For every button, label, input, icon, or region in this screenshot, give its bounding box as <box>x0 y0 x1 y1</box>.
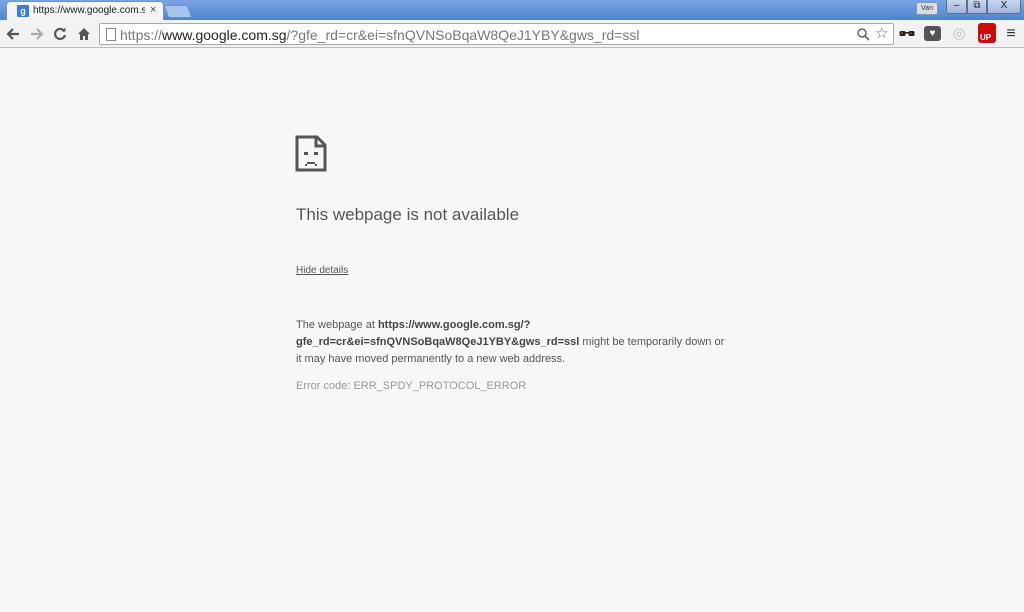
star-icon[interactable]: ☆ <box>875 26 888 42</box>
tab-title: https://www.google.com.sg/ <box>33 5 145 16</box>
close-window-button[interactable]: X <box>987 0 1021 14</box>
google-favicon-icon: g <box>17 5 29 17</box>
page-icon <box>106 28 116 41</box>
profile-badge[interactable]: Van <box>916 2 938 15</box>
error-headline: This webpage is not available <box>296 205 520 224</box>
address-bar[interactable]: https://www.google.com.sg/?gfe_rd=cr&ei=… <box>99 23 894 45</box>
up-icon[interactable]: UP <box>976 23 998 45</box>
minimize-button[interactable]: – <box>946 0 967 14</box>
circle-icon[interactable]: ◎ <box>950 25 968 43</box>
browser-toolbar: https://www.google.com.sg/?gfe_rd=cr&ei=… <box>0 20 1024 48</box>
error-description: The webpage at https://www.google.com.sg… <box>296 319 725 365</box>
address-url[interactable]: https://www.google.com.sg/?gfe_rd=cr&ei=… <box>120 27 639 43</box>
new-tab-button[interactable] <box>163 5 193 18</box>
reload-icon[interactable] <box>50 24 70 44</box>
glasses-icon[interactable] <box>898 25 916 43</box>
sad-page-icon <box>295 135 327 172</box>
maximize-button[interactable]: ⧉ <box>967 0 987 14</box>
title-bar: g https://www.google.com.sg/ × Van – ⧉ X <box>0 0 1024 20</box>
menu-icon[interactable]: ≡ <box>1003 24 1019 44</box>
home-icon[interactable] <box>74 24 94 44</box>
hide-details-link[interactable]: Hide details <box>296 265 348 276</box>
tab[interactable]: g https://www.google.com.sg/ × <box>6 1 164 20</box>
tab-close-icon[interactable]: × <box>150 4 156 17</box>
search-icon[interactable] <box>857 26 870 44</box>
error-code: Error code: ERR_SPDY_PROTOCOL_ERROR <box>296 380 527 392</box>
forward-arrow-icon[interactable] <box>27 24 47 44</box>
pocket-icon[interactable]: ♥ <box>924 26 941 41</box>
up-label: UP <box>980 33 992 42</box>
back-arrow-icon[interactable] <box>3 24 23 44</box>
